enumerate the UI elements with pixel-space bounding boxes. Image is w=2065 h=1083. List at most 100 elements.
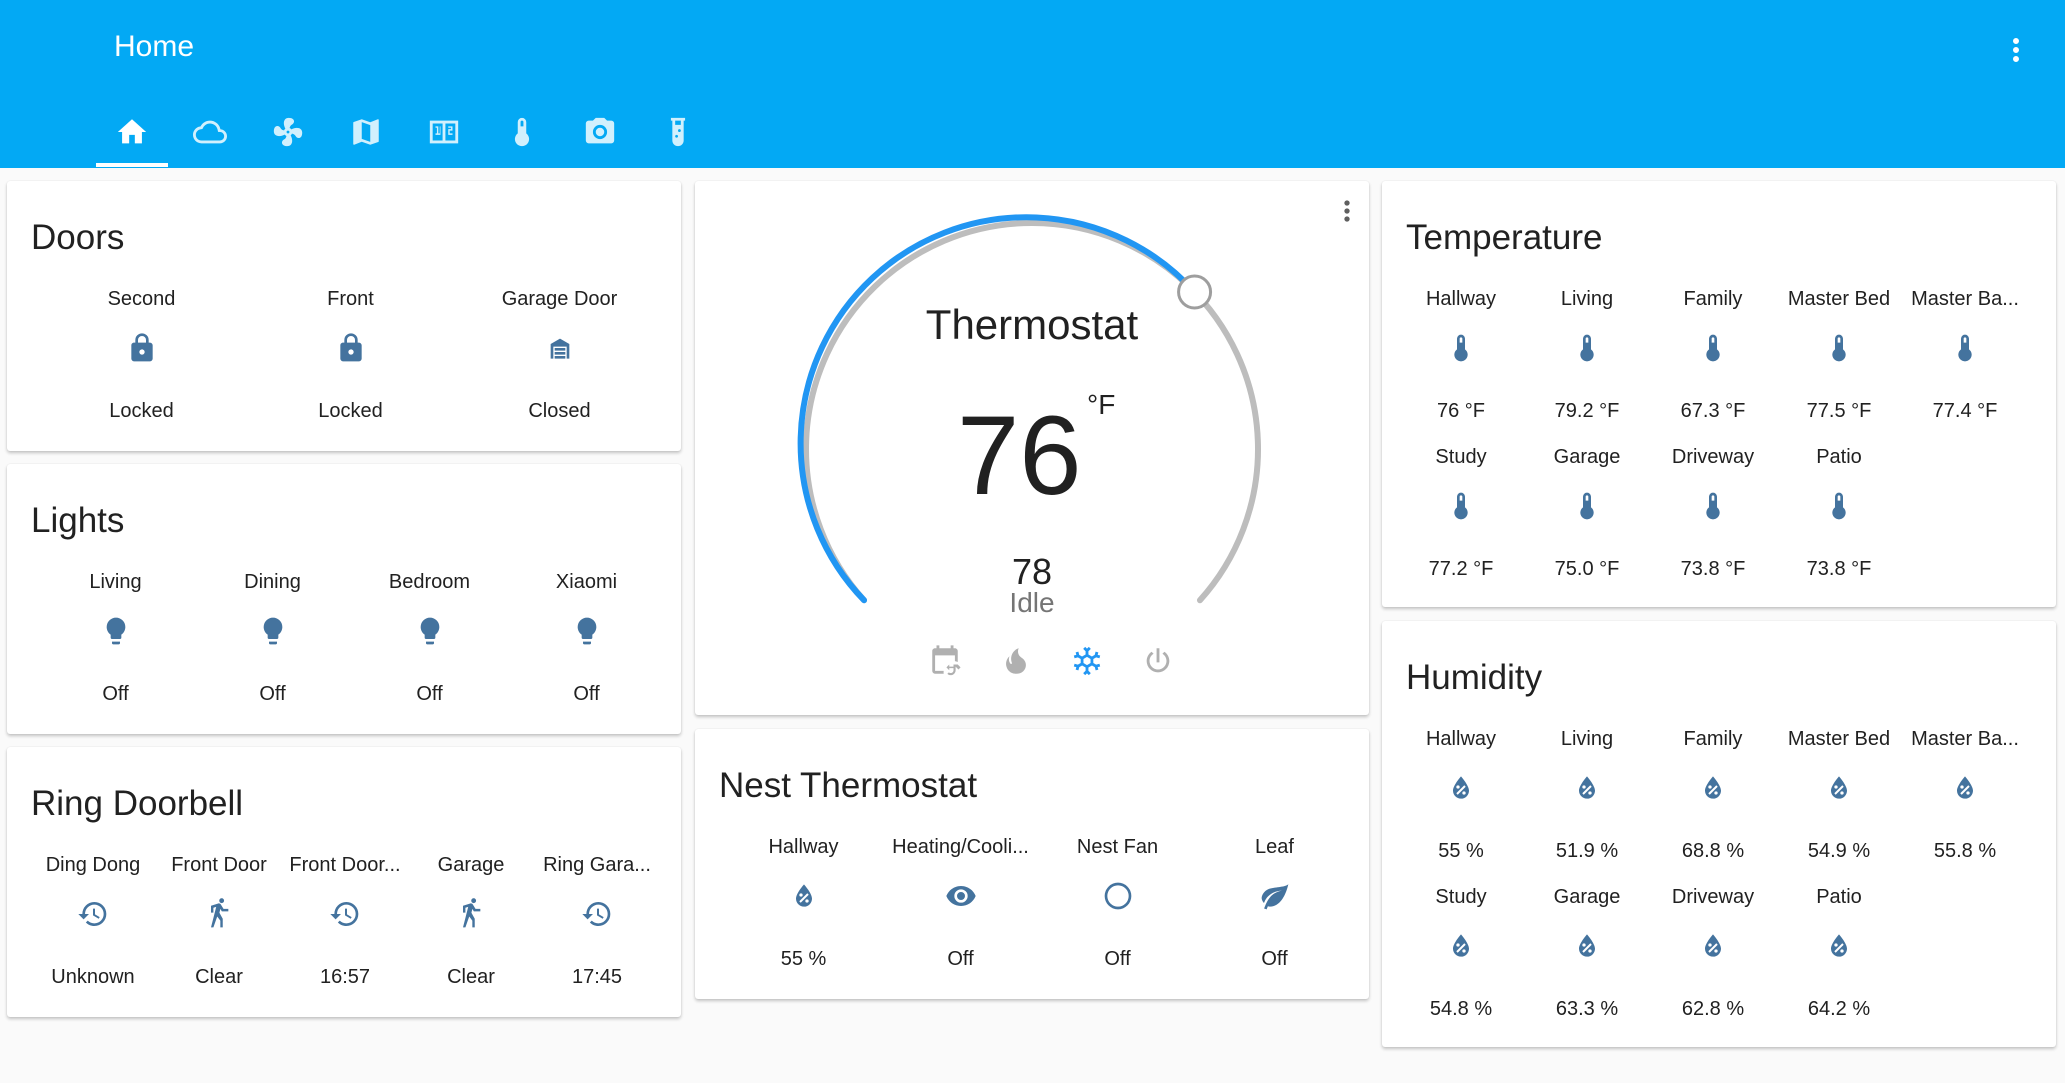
entity-name: Heating/Cooli...	[892, 836, 1029, 858]
entity-state: 73.8 °F	[1680, 558, 1746, 580]
entity-name: Bedroom	[388, 571, 471, 593]
entity-state: Off	[1261, 948, 1288, 970]
leaf-icon	[1259, 880, 1291, 912]
water-percent-icon	[1823, 930, 1855, 962]
entity-state: Closed	[528, 400, 591, 422]
water-percent-icon	[1445, 930, 1477, 962]
entity-state: Locked	[318, 400, 383, 422]
temperature-card: Temperature Hallway 76 °F Living 79.2 °F Fam…	[1382, 181, 2056, 607]
doors-card: Doors Second Locked Front Locked Garage Door…	[7, 181, 681, 451]
home-icon	[115, 115, 149, 154]
fire-mode-button[interactable]	[996, 643, 1036, 683]
current-temperature: 76	[957, 393, 1082, 518]
entity-state: 55 %	[1438, 840, 1484, 862]
dots-vertical-icon[interactable]	[1998, 32, 2034, 68]
lock-icon	[335, 332, 367, 364]
snowflake-icon	[1070, 644, 1104, 683]
entity-name: Hallway	[1425, 288, 1497, 310]
entity-state: 68.8 %	[1681, 840, 1745, 862]
entity-state: Unknown	[51, 966, 135, 988]
entity-name: Second	[107, 288, 176, 310]
entity-name: Leaf	[1255, 836, 1294, 858]
entity-state: 75.0 °F	[1554, 558, 1620, 580]
entity-name: Ring Gara...	[543, 854, 651, 876]
entity-name: Patio	[1816, 446, 1862, 468]
tab-thermometer[interactable]	[484, 100, 560, 168]
thermometer-icon	[1571, 332, 1603, 364]
entity-state: 79.2 °F	[1554, 400, 1620, 422]
entity-name: Master Ba...	[1911, 288, 2019, 310]
water-percent-icon	[1445, 772, 1477, 804]
water-percent-icon	[1697, 772, 1729, 804]
water-percent-icon	[1571, 772, 1603, 804]
entity-state: Off	[259, 683, 286, 705]
entity-name: Garage Door	[501, 288, 618, 310]
lightbulb-icon	[100, 615, 132, 647]
thermometer-icon	[1697, 490, 1729, 522]
water-percent-icon	[1949, 772, 1981, 804]
tab-fan[interactable]	[250, 100, 326, 168]
lightbulb-icon	[257, 615, 289, 647]
tab-home[interactable]	[94, 100, 170, 168]
tab-map[interactable]	[328, 100, 404, 168]
eye-icon	[945, 880, 977, 912]
entity-state: Clear	[447, 966, 495, 988]
power-icon	[1141, 644, 1175, 683]
thermometer-icon	[1949, 332, 1981, 364]
card-title: Temperature	[1406, 218, 1603, 257]
calendar-sync-mode-button[interactable]	[925, 643, 965, 683]
entity-state: 62.8 %	[1681, 998, 1745, 1020]
card-title: Nest Thermostat	[719, 766, 978, 805]
entity-state: Off	[102, 683, 129, 705]
entity-state: 67.3 °F	[1680, 400, 1746, 422]
card-title: Ring Doorbell	[31, 784, 244, 823]
history-icon	[77, 898, 109, 930]
entity-name: Living	[1560, 728, 1614, 750]
humidity-card: Humidity Hallway 55 % Living 51.9 % Family 68…	[1382, 621, 2056, 1047]
entity-name: Study	[1435, 446, 1487, 468]
entity-name: Xiaomi	[555, 571, 618, 593]
tab-test-tube[interactable]	[640, 100, 716, 168]
fan-icon	[271, 115, 305, 154]
power-mode-button[interactable]	[1138, 643, 1178, 683]
walk-icon	[203, 898, 235, 930]
entity-state: 51.9 %	[1555, 840, 1619, 862]
entity-name: Patio	[1816, 886, 1862, 908]
lightbulb-icon	[571, 615, 603, 647]
entity-name: Front Door...	[289, 854, 401, 876]
entity-name: Master Bed	[1787, 728, 1891, 750]
nest-thermostat-card: Nest Thermostat Hallway 55 % Heating/Cooli…	[695, 729, 1369, 999]
card-title: Humidity	[1406, 658, 1543, 697]
entity-state: Off	[1104, 948, 1131, 970]
entity-name: Front Door	[171, 854, 267, 876]
calendar-icon	[427, 115, 461, 154]
tab-camera[interactable]	[562, 100, 638, 168]
hvac-action: Idle	[1009, 587, 1055, 618]
entity-state: Off	[947, 948, 974, 970]
fire-icon	[999, 644, 1033, 683]
tab-cloud[interactable]	[172, 100, 248, 168]
app-header: Home	[0, 0, 2065, 168]
entity-state: 63.3 %	[1555, 998, 1619, 1020]
entity-name: Garage	[1553, 446, 1621, 468]
entity-state: 76 °F	[1436, 400, 1486, 422]
entity-name: Ding Dong	[45, 854, 141, 876]
lights-card: Lights Living Off Dining Off Bedroom Off Xiaom…	[7, 464, 681, 734]
entity-name: Living	[1560, 288, 1614, 310]
tab-calendar[interactable]	[406, 100, 482, 168]
circle-outline-icon	[1102, 880, 1134, 912]
entity-state: 77.4 °F	[1932, 400, 1998, 422]
snowflake-mode-button[interactable]	[1067, 643, 1107, 683]
lock-icon	[126, 332, 158, 364]
map-icon	[349, 115, 383, 154]
entity-name: Family	[1683, 288, 1743, 310]
entity-state: 55.8 %	[1933, 840, 1997, 862]
entity-state: 73.8 °F	[1806, 558, 1872, 580]
entity-state: 54.9 %	[1807, 840, 1871, 862]
entity-state: 77.2 °F	[1428, 558, 1494, 580]
thermometer-icon	[1445, 490, 1477, 522]
entity-name: Front	[327, 288, 374, 310]
entity-state: Off	[416, 683, 443, 705]
card-title: Lights	[31, 501, 125, 540]
entity-name: Master Ba...	[1911, 728, 2019, 750]
